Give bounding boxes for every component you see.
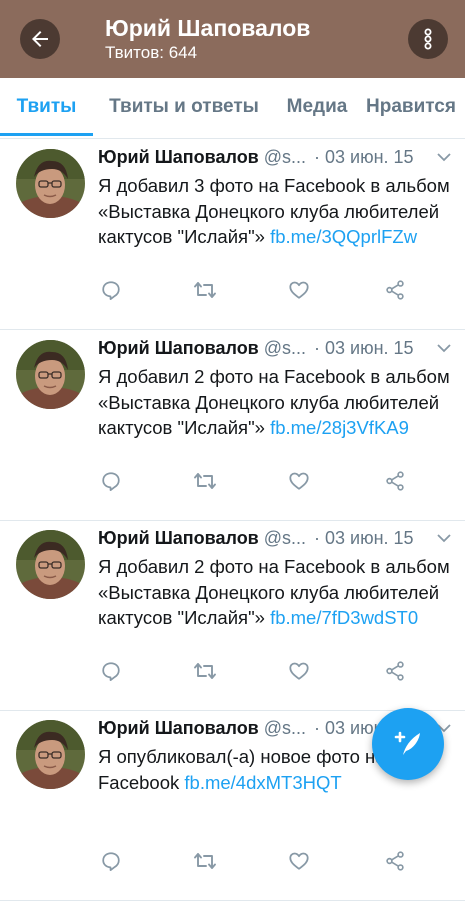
tweet-link[interactable]: fb.me/7fD3wdST0 bbox=[270, 607, 418, 628]
share-icon bbox=[386, 661, 404, 681]
tweet-text: Я добавил 2 фото на Facebook в альбом «В… bbox=[98, 554, 453, 631]
author-name[interactable]: Юрий Шаповалов bbox=[98, 338, 259, 358]
chevron-down-icon[interactable] bbox=[436, 151, 452, 163]
tab-media[interactable]: Медиа bbox=[276, 78, 358, 136]
tweet-link[interactable]: fb.me/4dxMT3HQT bbox=[184, 772, 341, 793]
reply-button[interactable] bbox=[96, 656, 126, 686]
like-button[interactable] bbox=[284, 656, 314, 686]
more-vertical-icon bbox=[424, 28, 432, 50]
compose-tweet-icon bbox=[394, 731, 420, 755]
avatar[interactable] bbox=[16, 149, 85, 218]
avatar[interactable] bbox=[16, 720, 85, 789]
tweet-link[interactable]: fb.me/28j3VfKA9 bbox=[270, 417, 409, 438]
retweet-icon bbox=[194, 853, 216, 869]
heart-icon bbox=[289, 281, 309, 299]
tweet-date: · 03 июн. 15 bbox=[314, 147, 414, 167]
like-button[interactable] bbox=[284, 846, 314, 876]
chevron-down-icon[interactable] bbox=[436, 532, 452, 544]
chevron-down-icon[interactable] bbox=[436, 342, 452, 354]
tweet-count: Твитов: 644 bbox=[105, 43, 198, 62]
author-name[interactable]: Юрий Шаповалов bbox=[98, 718, 259, 738]
author-name[interactable]: Юрий Шаповалов bbox=[98, 528, 259, 548]
share-button[interactable] bbox=[380, 466, 410, 496]
heart-icon bbox=[289, 662, 309, 680]
profile-header: Юрий Шаповалов Твитов: 644 bbox=[0, 0, 465, 78]
reply-icon bbox=[102, 281, 120, 301]
more-options-button[interactable] bbox=[408, 19, 448, 59]
back-button[interactable] bbox=[20, 19, 60, 59]
like-button[interactable] bbox=[284, 275, 314, 305]
tweet-actions bbox=[0, 656, 465, 686]
tab-likes[interactable]: Нравится bbox=[366, 78, 465, 136]
reply-button[interactable] bbox=[96, 275, 126, 305]
retweet-icon bbox=[194, 473, 216, 489]
tweet-link[interactable]: fb.me/3QQprlFZw bbox=[270, 226, 417, 247]
share-button[interactable] bbox=[380, 846, 410, 876]
author-handle: @s... bbox=[263, 147, 307, 167]
reply-button[interactable] bbox=[96, 846, 126, 876]
tweet-actions bbox=[0, 846, 465, 876]
avatar[interactable] bbox=[16, 340, 85, 409]
reply-icon bbox=[102, 472, 120, 492]
profile-tabs: Твиты Твиты и ответы Медиа Нравится bbox=[0, 78, 465, 139]
retweet-button[interactable] bbox=[190, 846, 220, 876]
share-button[interactable] bbox=[380, 275, 410, 305]
reply-icon bbox=[102, 662, 120, 682]
author-name[interactable]: Юрий Шаповалов bbox=[98, 147, 259, 167]
tweet-actions bbox=[0, 466, 465, 496]
tweet-date: · 03 июн. 15 bbox=[314, 528, 414, 548]
avatar[interactable] bbox=[16, 530, 85, 599]
tweet-text: Я добавил 3 фото на Facebook в альбом «В… bbox=[98, 173, 453, 250]
tweet[interactable]: Юрий Шаповалов @s... · 03 июн. 15 Я доба… bbox=[0, 330, 465, 521]
page-title: Юрий Шаповалов bbox=[105, 15, 311, 41]
reply-button[interactable] bbox=[96, 466, 126, 496]
author-handle: @s... bbox=[263, 338, 307, 358]
tweet-date: · 03 июн. 15 bbox=[314, 338, 414, 358]
tab-tweets-and-replies[interactable]: Твиты и ответы bbox=[104, 78, 264, 136]
tweet[interactable]: Юрий Шаповалов @s... · 03 июн. 15 Я доба… bbox=[0, 139, 465, 330]
tab-tweets[interactable]: Твиты bbox=[0, 78, 93, 136]
reply-icon bbox=[102, 852, 120, 872]
author-handle: @s... bbox=[263, 528, 307, 548]
active-tab-indicator bbox=[0, 133, 93, 136]
arrow-left-icon bbox=[32, 31, 48, 47]
heart-icon bbox=[289, 852, 309, 870]
retweet-button[interactable] bbox=[190, 656, 220, 686]
share-icon bbox=[386, 280, 404, 300]
share-icon bbox=[386, 471, 404, 491]
tweet-actions bbox=[0, 275, 465, 305]
heart-icon bbox=[289, 472, 309, 490]
tweet-text: Я добавил 2 фото на Facebook в альбом «В… bbox=[98, 364, 453, 441]
compose-tweet-button[interactable] bbox=[372, 708, 444, 780]
retweet-button[interactable] bbox=[190, 466, 220, 496]
share-button[interactable] bbox=[380, 656, 410, 686]
like-button[interactable] bbox=[284, 466, 314, 496]
share-icon bbox=[386, 851, 404, 871]
author-handle: @s... bbox=[263, 718, 307, 738]
retweet-icon bbox=[194, 282, 216, 298]
retweet-button[interactable] bbox=[190, 275, 220, 305]
tweet[interactable]: Юрий Шаповалов @s... · 03 июн. 15 Я доба… bbox=[0, 520, 465, 711]
retweet-icon bbox=[194, 663, 216, 679]
